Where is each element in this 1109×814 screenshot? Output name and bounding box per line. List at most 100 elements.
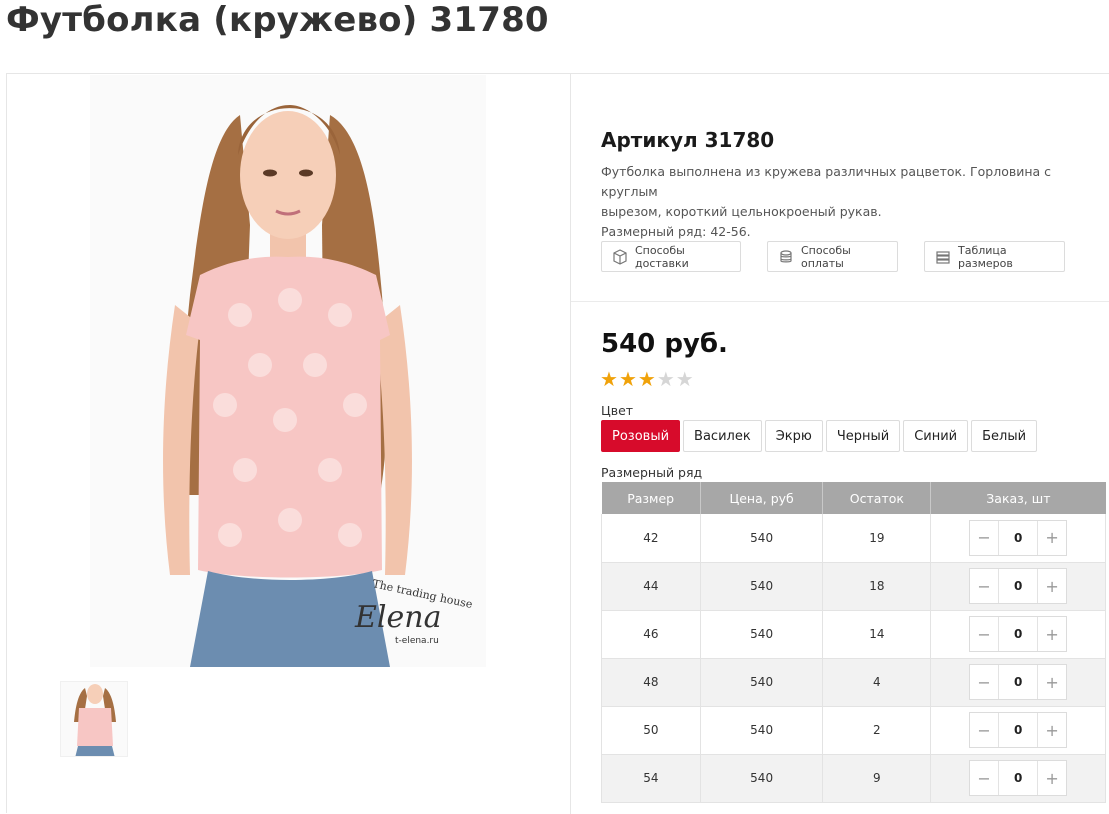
- size-chart-label: Таблица размеров: [958, 243, 1013, 270]
- product-description: Футболка выполнена из кружева различных …: [601, 162, 1081, 242]
- payment-methods-button[interactable]: Способы оплаты: [767, 241, 898, 272]
- decrease-button[interactable]: −: [970, 713, 998, 747]
- cell-order: −0 +: [930, 706, 1106, 755]
- table-row: 42 540 19 −0 +: [601, 514, 1106, 563]
- cell-stock: 14: [822, 610, 932, 659]
- cell-price: 540: [700, 562, 824, 611]
- decrease-button[interactable]: −: [970, 521, 998, 555]
- increase-button[interactable]: +: [1038, 521, 1066, 555]
- star-icon[interactable]: ★: [676, 368, 694, 390]
- cell-size: 54: [601, 754, 701, 803]
- color-options: Розовый Василек Экрю Черный Синий Белый: [601, 420, 1038, 452]
- increase-button[interactable]: +: [1038, 713, 1066, 747]
- cell-stock: 19: [822, 514, 932, 563]
- quantity-stepper: −0 +: [969, 760, 1068, 796]
- section-divider: [571, 301, 1109, 302]
- thumbnail-illustration: [61, 682, 127, 756]
- color-option[interactable]: Василек: [683, 420, 762, 452]
- cell-order: −0 +: [930, 610, 1106, 659]
- size-table: Размер Цена, руб Остаток Заказ, шт 42 540…: [601, 482, 1106, 803]
- table-row: 54 540 9 −0 +: [601, 754, 1106, 803]
- star-icon[interactable]: ★: [638, 368, 656, 390]
- description-line: вырезом, короткий цельнокроеный рукав.: [601, 204, 882, 219]
- delivery-methods-label: Способы доставки: [635, 243, 689, 270]
- cell-order: −0 +: [930, 658, 1106, 707]
- header-price: Цена, руб: [700, 482, 824, 514]
- star-icon[interactable]: ★: [600, 368, 618, 390]
- quantity-input[interactable]: 0: [998, 713, 1039, 747]
- product-photo-illustration: The trading house Elena t-elena.ru: [90, 75, 486, 667]
- quantity-stepper: −0 +: [969, 616, 1068, 652]
- product-article: Артикул 31780: [601, 128, 775, 152]
- decrease-button[interactable]: −: [970, 569, 998, 603]
- page-title: Футболка (кружево) 31780: [6, 0, 549, 40]
- quantity-stepper: −0 +: [969, 519, 1068, 556]
- cell-size: 46: [601, 610, 701, 659]
- increase-button[interactable]: +: [1038, 569, 1066, 603]
- decrease-button[interactable]: −: [970, 665, 998, 699]
- description-line: Размерный ряд: 42-56.: [601, 224, 751, 239]
- coins-icon: [780, 249, 792, 262]
- cell-stock: 18: [822, 562, 932, 611]
- color-label: Цвет: [601, 403, 634, 418]
- info-buttons: Способы доставки Способы оплаты Таблица …: [601, 241, 1065, 272]
- product-main-photo[interactable]: The trading house Elena t-elena.ru: [90, 75, 486, 667]
- quantity-input[interactable]: 0: [998, 617, 1039, 651]
- table-row: 46 540 14 −0 +: [601, 610, 1106, 659]
- star-icon[interactable]: ★: [657, 368, 675, 390]
- quantity-input[interactable]: 0: [998, 761, 1039, 795]
- table-row: 50 540 2 −0 +: [601, 706, 1106, 755]
- delivery-methods-button[interactable]: Способы доставки: [601, 241, 741, 272]
- quantity-stepper: −0 +: [969, 568, 1068, 604]
- description-line: Футболка выполнена из кружева различных …: [601, 164, 1052, 199]
- box-icon: [613, 248, 627, 265]
- color-option[interactable]: Белый: [971, 420, 1038, 452]
- decrease-button[interactable]: −: [970, 617, 998, 651]
- quantity-input[interactable]: 0: [998, 665, 1039, 699]
- decrease-button[interactable]: −: [970, 761, 998, 795]
- cell-stock: 4: [822, 658, 932, 707]
- cell-size: 48: [601, 658, 701, 707]
- cell-price: 540: [700, 754, 824, 803]
- cell-price: 540: [700, 658, 824, 707]
- payment-methods-label: Способы оплаты: [801, 243, 851, 270]
- quantity-input[interactable]: 0: [998, 520, 1039, 555]
- color-option[interactable]: Черный: [825, 420, 901, 452]
- cell-stock: 2: [822, 706, 932, 755]
- cell-order: −0 +: [930, 754, 1106, 803]
- color-option[interactable]: Синий: [903, 420, 969, 452]
- size-range-label: Размерный ряд: [601, 465, 703, 480]
- quantity-stepper: −0 +: [969, 664, 1068, 700]
- size-chart-button[interactable]: Таблица размеров: [924, 241, 1065, 272]
- increase-button[interactable]: +: [1038, 761, 1066, 795]
- star-icon[interactable]: ★: [619, 368, 637, 390]
- cell-price: 540: [700, 706, 824, 755]
- increase-button[interactable]: +: [1038, 665, 1066, 699]
- cell-size: 50: [601, 706, 701, 755]
- cell-order: −0 +: [930, 514, 1106, 563]
- table-row: 48 540 4 −0 +: [601, 658, 1106, 707]
- product-price: 540 руб.: [601, 329, 728, 359]
- table-row: 44 540 18 −0 +: [601, 562, 1106, 611]
- cell-size: 44: [601, 562, 701, 611]
- stack-icon: [936, 250, 950, 264]
- cell-order: −0 +: [930, 562, 1106, 611]
- quantity-input[interactable]: 0: [998, 569, 1039, 603]
- column-divider: [570, 74, 571, 814]
- cell-price: 540: [700, 610, 824, 659]
- watermark-text-3: t-elena.ru: [395, 636, 439, 646]
- quantity-stepper: −0 +: [969, 712, 1068, 748]
- cell-price: 540: [700, 514, 824, 563]
- header-stock: Остаток: [822, 482, 932, 514]
- cell-size: 42: [601, 514, 701, 563]
- size-table-header: Размер Цена, руб Остаток Заказ, шт: [601, 482, 1106, 514]
- rating-stars[interactable]: ★ ★ ★ ★ ★: [600, 368, 694, 390]
- header-order: Заказ, шт: [930, 482, 1106, 514]
- color-option[interactable]: Экрю: [764, 420, 823, 452]
- watermark-text-2: Elena: [354, 600, 441, 635]
- increase-button[interactable]: +: [1038, 617, 1066, 651]
- color-option[interactable]: Розовый: [601, 420, 681, 452]
- product-thumbnail[interactable]: [60, 681, 128, 757]
- cell-stock: 9: [822, 754, 932, 803]
- header-size: Размер: [601, 482, 701, 514]
